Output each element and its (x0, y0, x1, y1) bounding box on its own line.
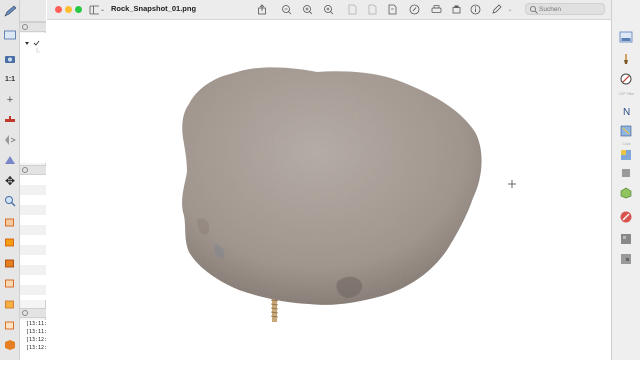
texture-icon-2[interactable] (619, 252, 633, 266)
svg-text:N: N (623, 107, 630, 118)
sidebar-toggle-icon[interactable]: ⌄ (89, 3, 105, 16)
info-icon[interactable] (468, 3, 482, 16)
layer-icon-3[interactable] (3, 256, 17, 270)
left-toolbar: 1:1 + ✥ (0, 0, 20, 360)
csf-filter-label: CSF Filter (618, 92, 635, 96)
hexagon-icon[interactable] (619, 186, 633, 200)
brush-icon[interactable] (619, 52, 633, 66)
pencil-icon[interactable] (3, 4, 17, 18)
document-icon-3[interactable] (385, 3, 399, 16)
plugin-icon[interactable] (3, 338, 17, 352)
magnifier-icon[interactable] (3, 194, 17, 208)
tree-expand-icon[interactable] (20, 38, 46, 58)
stop-icon[interactable] (619, 210, 633, 224)
zoom-in-icon[interactable] (300, 3, 314, 16)
zoom-button[interactable] (75, 6, 82, 13)
console-header (20, 308, 46, 318)
texture-icon-1[interactable] (619, 232, 633, 246)
close-icon[interactable] (22, 310, 28, 316)
window-title: Rock_Snapshot_01.png (111, 4, 197, 13)
minimize-button[interactable] (65, 6, 72, 13)
log-line: [13:11:4 (26, 321, 46, 327)
search-icon (529, 5, 538, 14)
color-scale-icon[interactable] (619, 148, 633, 162)
camera-icon[interactable] (3, 52, 17, 66)
properties-table (20, 175, 46, 300)
close-icon[interactable] (22, 167, 28, 173)
title-bar: ⌄ Rock_Snapshot_01.png ⌄ Suchen (47, 0, 611, 20)
side-panel: [13:11:4 [13:11:4 [13:12:1 [13:12:1 (20, 0, 46, 360)
scale-icon[interactable] (3, 113, 17, 127)
layer-icon-5[interactable] (3, 297, 17, 311)
north-icon[interactable]: N (619, 104, 633, 118)
panel-toolbar (20, 0, 46, 22)
right-toolbar: CSF Filter N Color (611, 0, 640, 360)
zoom-out-icon[interactable] (279, 3, 293, 16)
layer-icon-2[interactable] (3, 235, 17, 249)
print-icon[interactable] (429, 3, 443, 16)
mirror-icon[interactable] (3, 133, 17, 147)
document-icon-1[interactable] (345, 3, 359, 16)
markup-icon[interactable] (407, 3, 421, 16)
search-input[interactable] (539, 4, 603, 14)
db-tree-header (20, 22, 46, 32)
share-icon[interactable] (255, 3, 269, 16)
console-log: [13:11:4 [13:11:4 [13:12:1 [13:12:1 (20, 320, 46, 360)
rock-image (182, 67, 516, 322)
rock-shape (182, 67, 482, 305)
layer-icon-6[interactable] (3, 318, 17, 332)
log-line: [13:12:1 (26, 345, 46, 351)
add-point-icon[interactable]: + (3, 93, 17, 107)
document-icon-2[interactable] (365, 3, 379, 16)
search-field[interactable] (525, 3, 605, 15)
move-icon[interactable]: ✥ (3, 174, 17, 188)
color-label: Color (622, 142, 631, 146)
db-tree[interactable] (20, 33, 46, 163)
compass-icon[interactable] (619, 72, 633, 86)
log-line: [13:11:4 (26, 329, 46, 335)
close-button[interactable] (55, 6, 62, 13)
image-canvas[interactable] (47, 20, 611, 360)
preview-window: ⌄ Rock_Snapshot_01.png ⌄ Suchen (47, 0, 611, 360)
zoom-to-fit-icon[interactable] (321, 3, 335, 16)
layer-icon-1[interactable] (3, 215, 17, 229)
zoom-1-1-icon[interactable]: 1:1 (3, 72, 17, 86)
rotate-icon[interactable] (449, 3, 463, 16)
close-icon[interactable] (22, 24, 28, 30)
layer-icon-4[interactable] (3, 276, 17, 290)
dashboard-icon[interactable] (619, 30, 633, 44)
filter-icon[interactable] (619, 166, 633, 180)
annotate-menu-chevron-icon[interactable]: ⌄ (505, 3, 515, 16)
folder-icon[interactable] (3, 28, 17, 42)
annotate-icon[interactable] (489, 3, 503, 16)
grid-icon[interactable] (619, 124, 633, 138)
crosshair-cursor (508, 180, 516, 188)
shading-icon[interactable] (3, 153, 17, 167)
properties-header (20, 165, 46, 175)
log-line: [13:12:1 (26, 337, 46, 343)
